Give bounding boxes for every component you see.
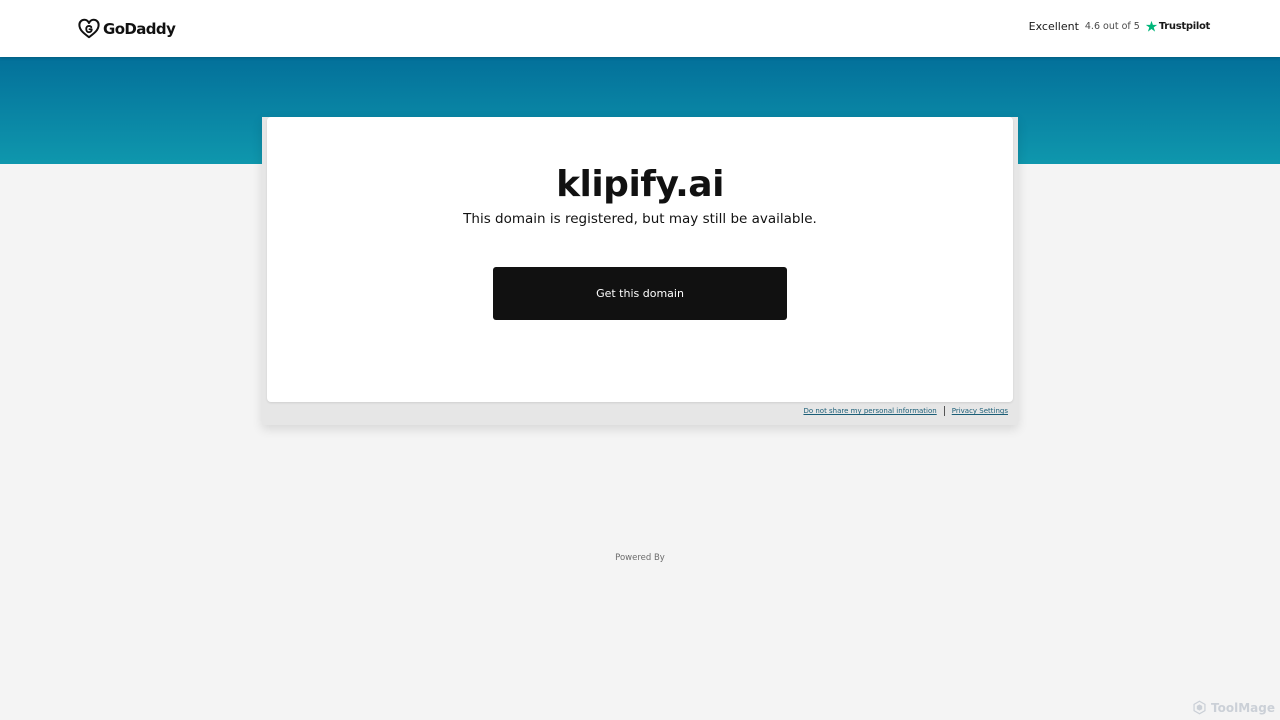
domain-name-heading: klipify.ai xyxy=(556,164,724,205)
toolmage-watermark-text: ToolMage xyxy=(1211,700,1275,715)
trustpilot-brand: Trustpilot xyxy=(1158,21,1210,32)
trustpilot-score: 4.6 out of 5 xyxy=(1084,21,1140,32)
godaddy-logo-text: GoDaddy xyxy=(103,19,176,38)
domain-card: klipify.ai This domain is registered, bu… xyxy=(267,117,1013,402)
footer-divider xyxy=(943,406,945,416)
powered-by-text: Powered By xyxy=(615,553,665,563)
trustpilot-star-icon xyxy=(1145,20,1158,32)
trustpilot-rating[interactable]: Excellent 4.6 out of 5 Trustpilot xyxy=(1028,20,1211,33)
domain-status-text: This domain is registered, but may still… xyxy=(463,211,817,227)
trustpilot-rating-label: Excellent xyxy=(1028,20,1079,33)
get-this-domain-button[interactable]: Get this domain xyxy=(493,267,787,320)
toolmage-logo-icon xyxy=(1193,700,1206,715)
do-not-share-link[interactable]: Do not share my personal information xyxy=(803,407,936,415)
top-header: GoDaddy Excellent 4.6 out of 5 Trustpilo… xyxy=(0,0,1280,57)
godaddy-logo[interactable]: GoDaddy xyxy=(78,18,176,39)
godaddy-logo-icon xyxy=(78,18,100,39)
footer-links: Do not share my personal information Pri… xyxy=(803,406,1008,416)
toolmage-watermark: ToolMage xyxy=(1192,700,1275,715)
privacy-settings-link[interactable]: Privacy Settings xyxy=(952,407,1008,415)
